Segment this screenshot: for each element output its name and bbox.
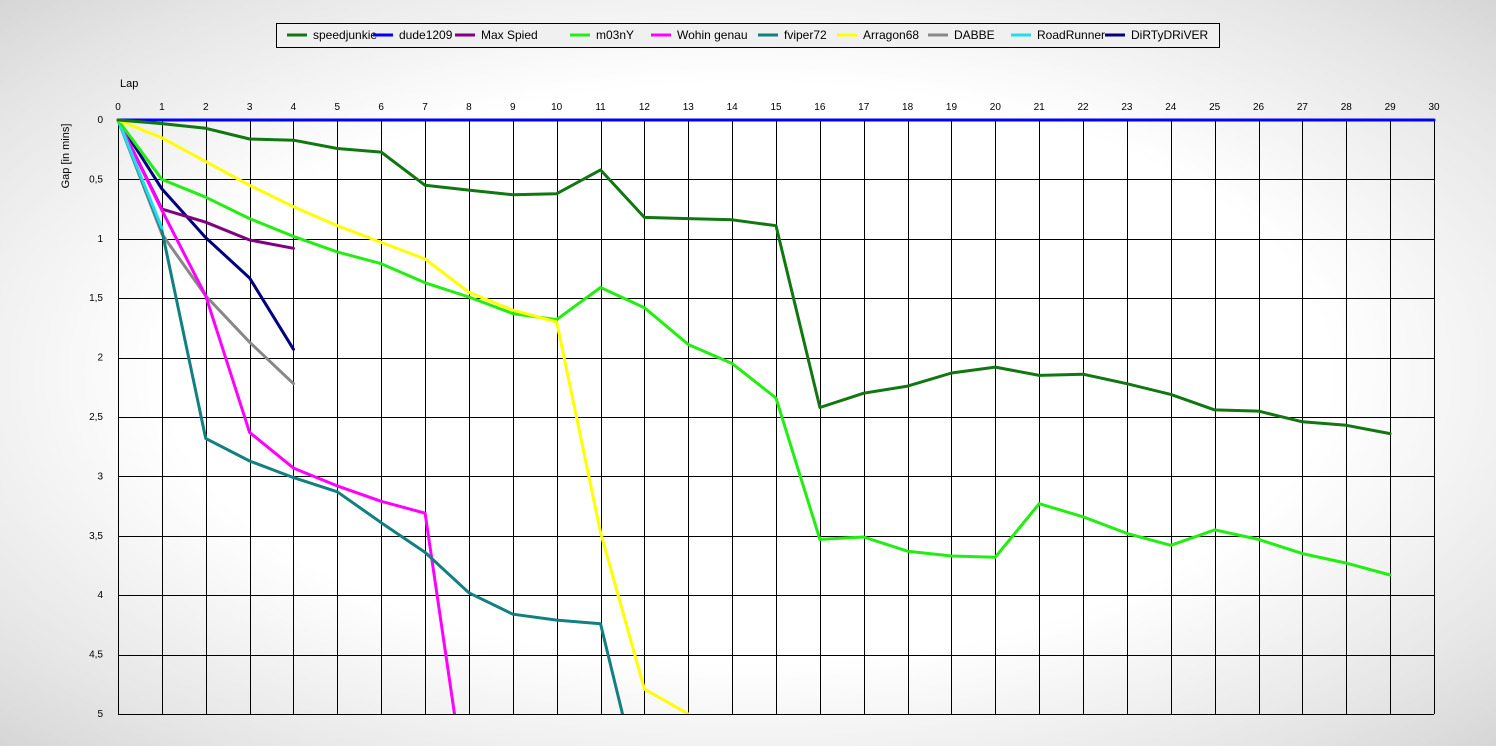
y-tick-labels: 0 0,5 1 1,5 2 2,5 3 3,5 4 4,5 5: [89, 115, 103, 720]
x-tick-label: 20: [990, 102, 1002, 113]
x-tick-label: 21: [1034, 102, 1046, 113]
x-tick-label: 29: [1385, 102, 1397, 113]
y-tick-label: 5: [97, 709, 103, 720]
x-tick-label: 17: [858, 102, 870, 113]
y-tick-label: 1: [97, 234, 103, 245]
legend-label-wohin-genau: Wohin genau: [677, 28, 748, 42]
x-tick-label: 25: [1209, 102, 1221, 113]
x-tick-label: 4: [291, 102, 297, 113]
legend-label-dude1209: dude1209: [399, 28, 453, 42]
y-tick-label: 3: [97, 471, 103, 482]
x-tick-label: 7: [422, 102, 428, 113]
legend-label-arragon68: Arragon68: [863, 28, 919, 42]
x-tick-label: 12: [639, 102, 651, 113]
y-tick-label: 1,5: [89, 293, 103, 304]
plot-grid: [118, 120, 1435, 715]
x-tick-label: 22: [1078, 102, 1090, 113]
y-tick-label: 0,5: [89, 174, 103, 185]
y-tick-label: 3,5: [89, 531, 103, 542]
legend-label-max-spied: Max Spied: [481, 28, 538, 42]
x-tick-label: 5: [335, 102, 341, 113]
x-tick-label: 10: [551, 102, 563, 113]
legend-label-speedjunkie: speedjunkie: [313, 28, 377, 42]
x-tick-label: 9: [510, 102, 516, 113]
x-tick-labels: 0 1 2 3 4 5 6 7 8 9 10 11 12 13 14 15 16 17 18 19 20 21 22 23 24…: [115, 102, 1440, 113]
x-tick-label: 18: [902, 102, 914, 113]
x-tick-label: 26: [1253, 102, 1265, 113]
x-tick-label: 2: [203, 102, 209, 113]
x-tick-label: 15: [770, 102, 782, 113]
x-tick-label: 23: [1121, 102, 1133, 113]
legend-label-dirtydriver: DiRTyDRiVER: [1131, 28, 1208, 42]
series-line-speedjunkie: [116, 118, 1392, 436]
x-tick-label: 11: [595, 102, 606, 113]
y-tick-label: 4: [97, 590, 103, 601]
chart-legend: speedjunkie dude1209 Max Spied m03nY Wohin g…: [276, 23, 1220, 48]
x-tick-label: 0: [115, 102, 121, 113]
x-tick-label: 28: [1341, 102, 1353, 113]
x-tick-label: 30: [1428, 102, 1440, 113]
x-tick-label: 24: [1165, 102, 1177, 113]
x-tick-label: 6: [378, 102, 384, 113]
legend-label-fviper72: fviper72: [784, 28, 827, 42]
y-axis-title: Gap [in mins]: [60, 124, 72, 189]
x-tick-label: 19: [946, 102, 958, 113]
lap-gap-chart: speedjunkie dude1209 Max Spied m03nY Wohin g…: [60, 23, 1440, 720]
x-axis-title: Lap: [120, 78, 138, 90]
series-line-m03ny: [116, 118, 1392, 577]
y-tick-label: 0: [97, 115, 103, 126]
x-tick-label: 3: [247, 102, 253, 113]
legend-label-roadrunner: RoadRunner: [1037, 28, 1105, 42]
y-tick-label: 2,5: [89, 412, 103, 423]
legend-label-dabbe: DABBE: [954, 28, 995, 42]
x-tick-label: 1: [159, 102, 165, 113]
legend-label-m03ny: m03nY: [596, 28, 634, 42]
y-tick-label: 2: [97, 353, 103, 364]
x-tick-label: 13: [683, 102, 695, 113]
x-tick-label: 8: [466, 102, 472, 113]
x-tick-label: 14: [727, 102, 739, 113]
x-tick-label: 16: [814, 102, 826, 113]
y-tick-label: 4,5: [89, 650, 103, 661]
x-tick-label: 27: [1297, 102, 1309, 113]
